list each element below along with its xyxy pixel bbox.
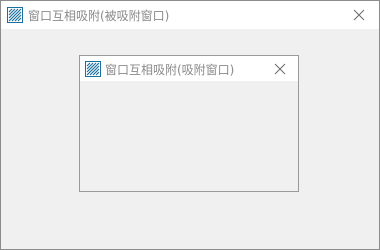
- inner-window-titlebar[interactable]: 窗口互相吸附(吸附窗口): [80, 56, 298, 81]
- inner-close-button[interactable]: [266, 58, 294, 80]
- outer-window-title: 窗口互相吸附(被吸附窗口): [28, 9, 170, 23]
- app-logo-icon: [85, 61, 101, 77]
- close-icon: [274, 63, 286, 75]
- inner-window[interactable]: 窗口互相吸附(吸附窗口): [79, 55, 299, 192]
- inner-window-title: 窗口互相吸附(吸附窗口): [105, 63, 235, 77]
- outer-close-button[interactable]: [345, 4, 373, 26]
- app-logo-icon: [7, 7, 23, 23]
- outer-window-titlebar[interactable]: 窗口互相吸附(被吸附窗口): [1, 1, 379, 29]
- close-icon: [353, 9, 365, 21]
